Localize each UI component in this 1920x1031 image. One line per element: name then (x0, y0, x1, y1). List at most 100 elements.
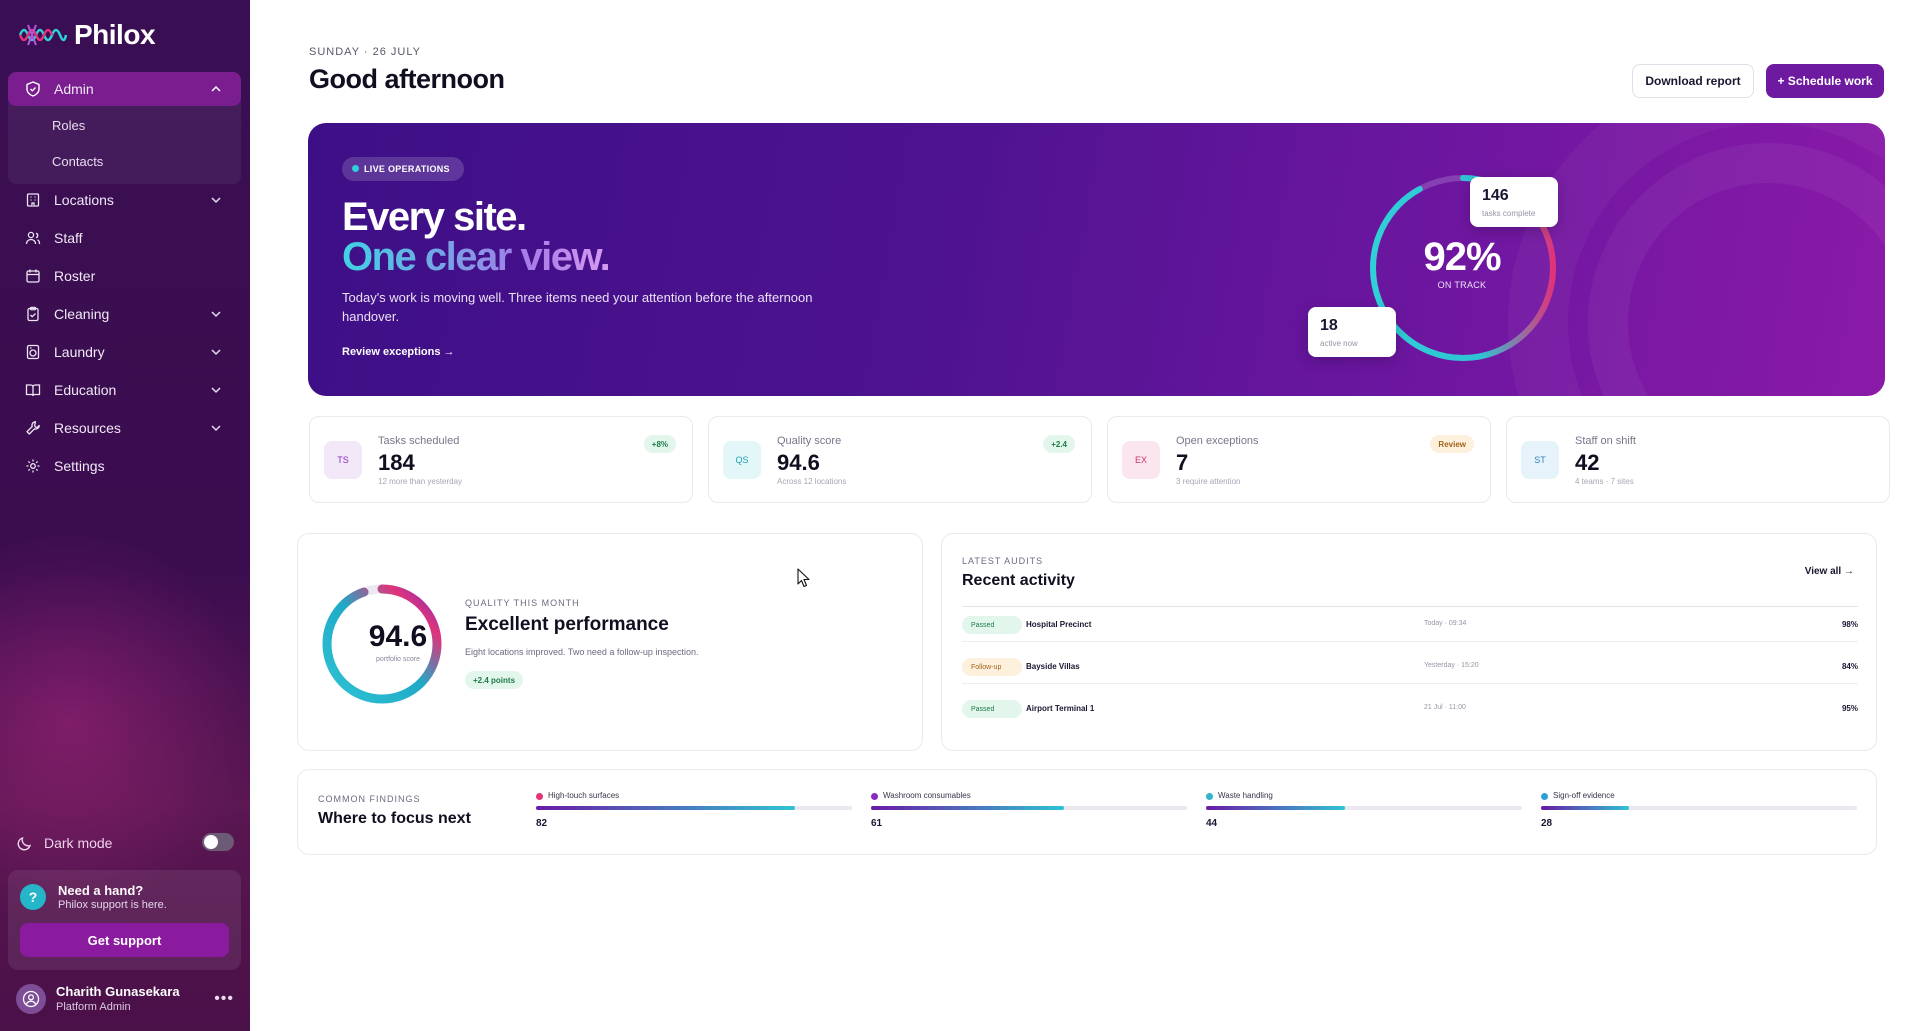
sidebar-item-label: Education (54, 382, 117, 398)
finding-label: Waste handling (1218, 791, 1273, 800)
finding-value: 44 (1206, 818, 1218, 829)
sidebar-item-staff[interactable]: Staff (8, 221, 241, 255)
help-title: Need a hand? (58, 883, 144, 898)
audits-title: Recent activity (962, 572, 1075, 589)
quality-title: Excellent performance (465, 614, 669, 635)
download-report-button[interactable]: Download report (1632, 64, 1754, 98)
chevron-down-icon (211, 349, 221, 356)
audit-score: 98% (1841, 620, 1858, 629)
tasks-complete-card: 146 tasks complete (1470, 177, 1558, 227)
dark-mode-label: Dark mode (44, 835, 113, 851)
hero-headline: Every site. (342, 195, 527, 239)
dark-mode-row: Dark mode (16, 831, 234, 855)
hero-subheadline: One clear view. (342, 235, 611, 279)
stat-card-exceptions[interactable]: EX Open exceptions 7 3 require attention… (1107, 416, 1491, 503)
finding-label: Washroom consumables (883, 791, 971, 800)
stat-subtext: 12 more than yesterday (378, 477, 463, 486)
stat-badge: +8% (643, 435, 676, 453)
user-role: Platform Admin (56, 1001, 131, 1013)
sidebar-item-admin[interactable]: Admin (8, 72, 241, 106)
sidebar-item-locations[interactable]: Locations (8, 183, 241, 217)
building-icon (24, 191, 42, 209)
view-all-link[interactable]: View all → (1805, 566, 1854, 577)
logo[interactable]: Philox (18, 18, 156, 52)
staff-icon: ST (1521, 441, 1559, 479)
schedule-work-button[interactable]: + Schedule work (1766, 64, 1884, 98)
gear-icon (24, 457, 42, 475)
chevron-down-icon (211, 197, 221, 204)
status-badge: Passed (962, 700, 1022, 718)
stat-label: Staff on shift (1575, 435, 1636, 447)
stat-card-quality[interactable]: QS Quality score 94.6 Across 12 location… (708, 416, 1092, 503)
avatar (16, 984, 46, 1014)
clipboard-icon (24, 305, 42, 323)
sidebar-item-label: Cleaning (54, 306, 110, 322)
status-badge: Passed (962, 616, 1022, 634)
help-subtitle: Philox support is here. (58, 899, 167, 911)
on-track-value: 92% (1423, 235, 1501, 279)
audit-row[interactable]: Passed Hospital Precinct Today · 09:34 9… (962, 608, 1858, 642)
stat-card-tasks[interactable]: TS Tasks scheduled 184 12 more than yest… (309, 416, 693, 503)
more-options-icon[interactable]: ••• (214, 990, 234, 1008)
quality-badge: +2.4 points (465, 671, 524, 689)
audit-time: Yesterday · 15:20 (1424, 662, 1479, 669)
user-icon (22, 990, 40, 1008)
sidebar-item-settings[interactable]: Settings (8, 449, 241, 483)
active-now-card: 18 active now (1308, 307, 1396, 357)
exceptions-icon: EX (1122, 441, 1160, 479)
finding-bar (1541, 806, 1630, 810)
mouse-cursor-icon (797, 568, 810, 588)
stat-label: Quality score (777, 435, 842, 447)
stat-card-staff[interactable]: ST Staff on shift 42 4 teams · 7 sites (1506, 416, 1890, 503)
tasks-complete-value: 146 (1482, 187, 1509, 204)
sidebar-item-laundry[interactable]: Laundry (8, 335, 241, 369)
audit-row[interactable]: Follow-up Bayside Villas Yesterday · 15:… (962, 650, 1858, 684)
chevron-down-icon (211, 387, 221, 394)
sidebar-item-label: Resources (54, 420, 121, 436)
audit-location: Bayside Villas (1026, 662, 1080, 671)
help-card: ? Need a hand? Philox support is here. G… (8, 870, 241, 970)
audit-time: Today · 09:34 (1424, 620, 1467, 627)
finding-dot (871, 793, 878, 800)
audit-score: 95% (1841, 704, 1858, 713)
main-content: SUNDAY · 26 JULY Good afternoon Download… (250, 0, 1920, 1031)
audit-score: 84% (1841, 662, 1858, 671)
stat-subtext: 3 require attention (1176, 477, 1241, 486)
findings-card: COMMON FINDINGS Where to focus next High… (297, 769, 1877, 855)
audit-row[interactable]: Passed Airport Terminal 1 21 Jul · 11:00… (962, 692, 1858, 726)
finding-dot (1541, 793, 1548, 800)
finding-track (871, 806, 1187, 810)
book-icon (24, 381, 42, 399)
sidebar: Philox Admin Roles Contacts Locations St… (0, 0, 250, 1031)
sidebar-item-label: Locations (54, 192, 114, 208)
finding-label: Sign-off evidence (1553, 791, 1615, 800)
logo-wave-icon (18, 24, 68, 46)
finding-value: 61 (871, 818, 883, 829)
sidebar-item-resources[interactable]: Resources (8, 411, 241, 445)
get-support-button[interactable]: Get support (20, 923, 229, 957)
finding-bar (536, 806, 796, 810)
hero-description: Today's work is moving well. Three items… (342, 290, 813, 324)
sidebar-item-education[interactable]: Education (8, 373, 241, 407)
stat-badge: Review (1430, 435, 1474, 453)
sidebar-item-roster[interactable]: Roster (8, 259, 241, 293)
review-exceptions-link[interactable]: Review exceptions → (342, 346, 455, 358)
calendar-icon (24, 267, 42, 285)
finding-dot (1206, 793, 1213, 800)
users-icon (24, 229, 42, 247)
stat-value: 94.6 (777, 450, 820, 475)
sidebar-item-label: Laundry (54, 344, 105, 360)
finding-item: Waste handling 44 (1206, 790, 1522, 840)
sidebar-item-cleaning[interactable]: Cleaning (8, 297, 241, 331)
user-profile[interactable]: Charith Gunasekara Platform Admin ••• (16, 982, 234, 1018)
sidebar-subitem-roles[interactable]: Roles (52, 118, 85, 133)
finding-track (1541, 806, 1857, 810)
sidebar-subitem-contacts[interactable]: Contacts (52, 154, 103, 169)
divider (962, 606, 1858, 607)
dark-mode-toggle[interactable] (202, 833, 234, 851)
tasks-icon: TS (324, 441, 362, 479)
audit-location: Hospital Precinct (1026, 620, 1092, 629)
chevron-down-icon (211, 425, 221, 432)
stat-subtext: Across 12 locations (777, 477, 847, 486)
findings-kicker: COMMON FINDINGS (318, 794, 421, 804)
